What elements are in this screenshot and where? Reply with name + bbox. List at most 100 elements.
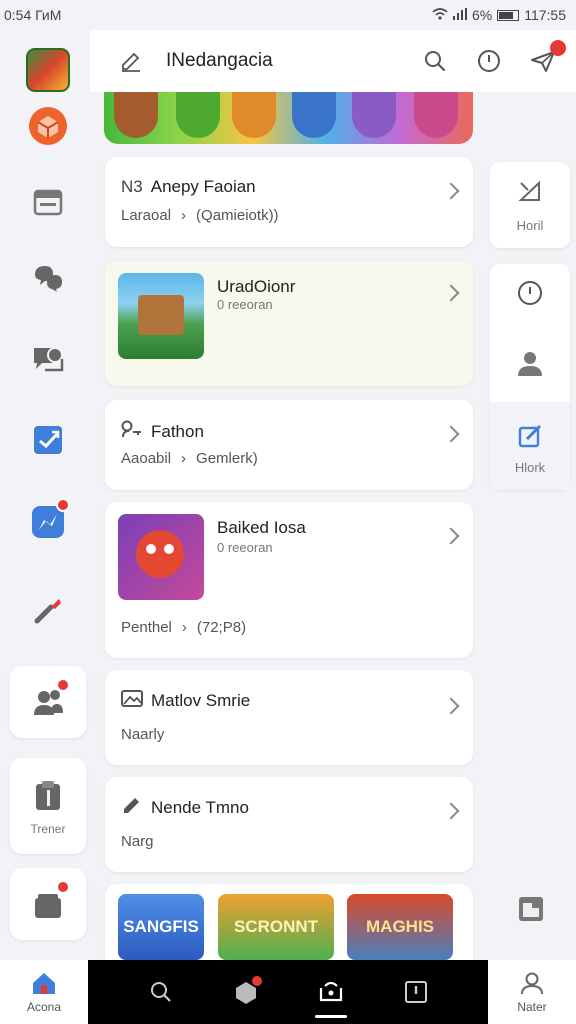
- nav-search-icon[interactable]: [141, 972, 181, 1012]
- rail-check[interactable]: [10, 404, 86, 476]
- card-sub-b: Gemlerk): [196, 450, 258, 467]
- rail-tool[interactable]: [10, 574, 86, 646]
- banner-character: [232, 92, 276, 138]
- list-item[interactable]: Matlov Smrie Naarly: [105, 670, 473, 765]
- status-clock: 117:55: [524, 7, 566, 23]
- right-rail-group: Hlork: [490, 264, 570, 490]
- pen-icon: [121, 795, 143, 820]
- list-item[interactable]: N3 Anepy Faoian Laraoal › (Qamieiotk)): [105, 157, 473, 247]
- rail-trener-label: Trener: [30, 822, 66, 836]
- rail-orange-cube[interactable]: [10, 90, 86, 162]
- nav-info-icon[interactable]: [396, 972, 436, 1012]
- message-icon: [28, 340, 68, 380]
- banner-character: [414, 92, 458, 138]
- banner-character: [114, 92, 158, 138]
- send-icon: [518, 180, 542, 209]
- nav-cube-badge: [251, 976, 262, 986]
- edit-icon[interactable]: [116, 46, 146, 76]
- card-separator: ›: [181, 619, 187, 636]
- status-time: 0:54 ГиМ: [4, 7, 62, 23]
- rail-chat[interactable]: [10, 242, 86, 314]
- signal-icon: [452, 7, 467, 23]
- window-icon[interactable]: [518, 896, 544, 927]
- nav-center-icon[interactable]: [311, 972, 351, 1018]
- card-title: UradOionr: [217, 277, 296, 296]
- card-sub-a: Laraoal: [121, 207, 172, 224]
- nav-profile[interactable]: Nater: [488, 960, 576, 1024]
- search-icon[interactable]: [420, 46, 450, 76]
- card-sub-a: Aaoabil: [121, 450, 172, 467]
- person-icon[interactable]: [517, 350, 543, 381]
- card-title: Baiked Iosa: [217, 518, 306, 537]
- game-thumbnail[interactable]: SCRONNT: [218, 894, 334, 960]
- list-item[interactable]: Baiked Iosa 0 reeoran Penthel › (72;P8): [105, 502, 473, 658]
- chevron-right-icon: [442, 527, 460, 545]
- rail-message[interactable]: [10, 324, 86, 396]
- battery-percent: 6%: [471, 7, 493, 23]
- gift-badge: [56, 880, 70, 894]
- right-rail-work[interactable]: Hlork: [490, 402, 570, 490]
- right-rail-home[interactable]: Horil: [490, 162, 570, 248]
- nav-home[interactable]: Acona: [0, 960, 88, 1024]
- card-subtitle: 0 reeoran: [217, 297, 273, 312]
- game-thumbnail[interactable]: MAGHIS: [347, 894, 453, 960]
- send-notification-icon[interactable]: [528, 40, 566, 76]
- game-thumbnail: [118, 514, 204, 600]
- clipboard-icon: [28, 776, 68, 816]
- wifi-icon: [432, 7, 448, 23]
- friends-icon: [28, 678, 70, 722]
- chevron-right-icon: [442, 284, 460, 302]
- game-title: SANGFIS: [123, 917, 199, 936]
- right-rail-home-label: Horil: [516, 218, 544, 233]
- game-banner[interactable]: [104, 92, 473, 144]
- rail-friends[interactable]: [10, 666, 86, 738]
- nav-home-label: Acona: [26, 999, 62, 1014]
- banner-character: [292, 92, 336, 138]
- gift-icon: [28, 880, 70, 924]
- banner-character: [176, 92, 220, 138]
- profile-icon: [520, 971, 544, 998]
- rail-gift[interactable]: [10, 868, 86, 940]
- right-rail-work-label: Hlork: [514, 460, 546, 475]
- home-icon: [31, 971, 57, 998]
- page-title: INedangacia: [166, 50, 273, 71]
- card-title: Nende Tmno: [151, 797, 249, 817]
- messenger-badge: [56, 498, 70, 512]
- list-item[interactable]: Fathon Aaoabil › Gemlerk): [105, 400, 473, 490]
- card-subtitle: Naarly: [121, 726, 165, 743]
- chevron-right-icon: [442, 697, 460, 715]
- nav-profile-label: Nater: [517, 999, 547, 1014]
- image-icon: [121, 688, 143, 713]
- list-item[interactable]: Nende Tmno Narg: [105, 777, 473, 872]
- nav-cube-icon[interactable]: [226, 972, 266, 1012]
- game-thumbnail[interactable]: SANGFIS: [118, 894, 204, 960]
- rail-calendar[interactable]: [10, 166, 86, 238]
- card-subtitle: Narg: [121, 833, 154, 850]
- banner-character: [352, 92, 396, 138]
- edit-square-icon: [518, 424, 542, 453]
- left-rail: Trener: [0, 30, 90, 960]
- chevron-right-icon: [442, 425, 460, 443]
- rail-messenger[interactable]: [10, 486, 86, 558]
- list-item[interactable]: UradOionr 0 reeoran: [105, 261, 473, 386]
- card-sub-b: (Qamieiotk)): [196, 207, 279, 224]
- check-icon: [28, 420, 68, 460]
- messenger-icon: [28, 498, 70, 542]
- calendar-icon: [28, 182, 68, 222]
- friends-badge: [56, 678, 70, 692]
- card-title: Matlov Smrie: [151, 690, 251, 710]
- clock-icon[interactable]: [474, 46, 504, 76]
- nav-center: [88, 960, 488, 1024]
- clock-icon[interactable]: [517, 280, 543, 311]
- game-title: MAGHIS: [366, 917, 434, 936]
- bottom-nav: Acona Nater: [0, 960, 576, 1024]
- person-key-icon: [121, 420, 143, 443]
- game-thumbnail: [118, 273, 204, 359]
- card-sub-a: Penthel: [121, 619, 172, 636]
- chevron-right-icon: [442, 182, 460, 200]
- rail-trener[interactable]: Trener: [10, 758, 86, 854]
- status-bar: 0:54 ГиМ 6% 117:55: [0, 0, 576, 30]
- card-sub-b: (72;P8): [196, 619, 247, 636]
- orange-cube-icon: [28, 106, 68, 146]
- tool-icon: [28, 590, 68, 630]
